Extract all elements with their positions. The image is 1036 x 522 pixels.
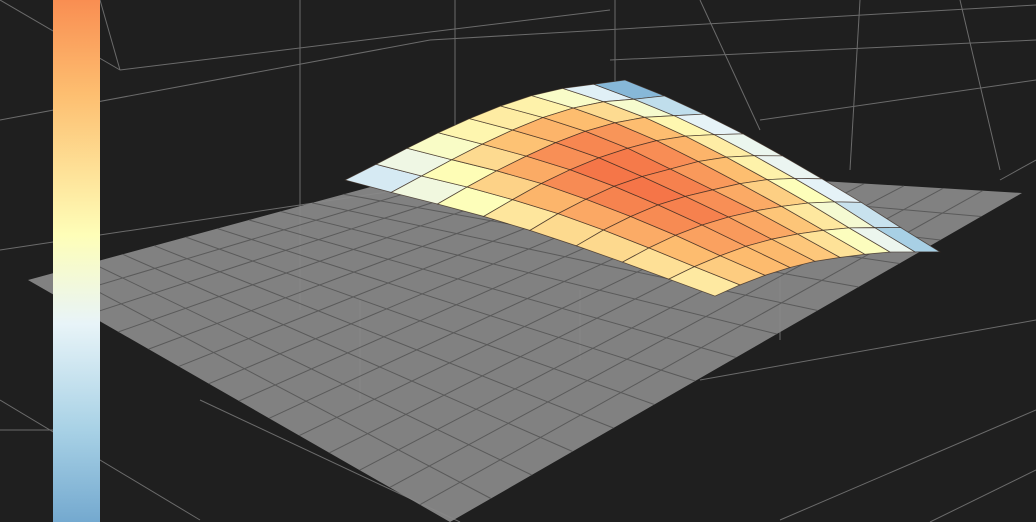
box-gridline — [959, 0, 1001, 171]
box-gridline — [429, 4, 1036, 41]
box-gridline — [119, 9, 611, 71]
box-gridline — [779, 409, 1036, 521]
box-gridline — [0, 399, 201, 521]
surface-plot[interactable] — [0, 0, 1036, 522]
box-gridline — [849, 0, 861, 171]
colorbar — [53, 0, 100, 522]
box-gridline — [999, 159, 1036, 181]
box-gridline — [699, 0, 761, 131]
box-gridline — [759, 79, 1036, 121]
box-gridline — [99, 0, 121, 71]
box-gridline — [929, 469, 1036, 522]
chart-stage — [0, 0, 1036, 522]
